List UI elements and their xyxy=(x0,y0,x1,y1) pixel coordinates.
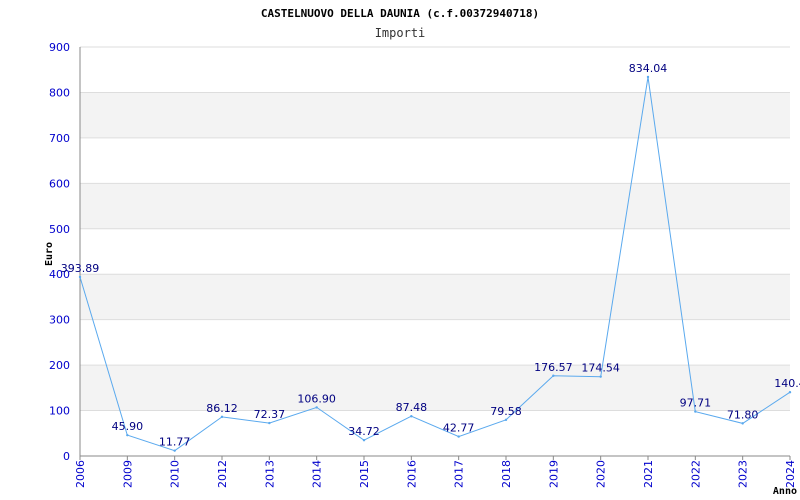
x-tick-label: 2024 xyxy=(784,460,797,488)
data-point xyxy=(315,406,318,409)
plot-band xyxy=(80,183,790,229)
data-point xyxy=(410,415,413,418)
x-tick-label: 2018 xyxy=(500,460,513,488)
data-point xyxy=(694,410,697,413)
chart-title: CASTELNUOVO DELLA DAUNIA (c.f.0037294071… xyxy=(261,7,539,20)
data-label: 72.37 xyxy=(254,408,286,421)
x-tick-label: 2017 xyxy=(453,460,466,488)
data-point xyxy=(552,374,555,377)
x-tick-label: 2019 xyxy=(547,460,560,488)
data-label: 97.71 xyxy=(680,397,712,410)
y-tick-label: 100 xyxy=(49,405,70,418)
y-tick-label: 600 xyxy=(49,177,70,190)
x-tick-label: 2009 xyxy=(121,460,134,488)
data-label: 42.77 xyxy=(443,422,475,435)
y-tick-label: 0 xyxy=(63,450,70,463)
data-point xyxy=(126,433,129,437)
data-point xyxy=(741,422,744,425)
x-tick-label: 2016 xyxy=(405,460,418,488)
x-tick-label: 2020 xyxy=(595,460,608,488)
data-label: 106.90 xyxy=(297,392,336,405)
x-tick-label: 2013 xyxy=(263,460,276,488)
x-tick-label: 2022 xyxy=(689,460,702,488)
x-axis-label: Anno xyxy=(773,486,797,497)
y-tick-label: 500 xyxy=(49,223,70,236)
plot-band xyxy=(80,92,790,138)
data-point xyxy=(788,390,792,394)
y-tick-label: 700 xyxy=(49,132,70,145)
data-point xyxy=(457,435,460,438)
data-label: 86.12 xyxy=(206,402,238,415)
y-tick-label: 900 xyxy=(49,41,70,54)
y-axis-label: Euro xyxy=(44,242,55,266)
data-label: 393.89 xyxy=(61,262,100,275)
data-label: 174.54 xyxy=(581,362,620,375)
x-tick-label: 2021 xyxy=(642,460,655,488)
plot-band xyxy=(80,274,790,320)
data-label: 11.77 xyxy=(159,436,191,449)
data-point xyxy=(504,418,508,422)
data-label: 834.04 xyxy=(629,62,668,75)
y-tick-label: 800 xyxy=(49,86,70,99)
data-label: 34.72 xyxy=(348,425,380,438)
data-point xyxy=(646,75,650,79)
line-chart: 0100200300400500600700800900 2006 2009 201… xyxy=(0,0,800,500)
y-tick-label: 200 xyxy=(49,359,70,372)
data-label: 71.80 xyxy=(727,408,759,421)
data-label: 79.58 xyxy=(490,405,522,418)
data-label: 45.90 xyxy=(112,420,144,433)
data-label: 140.4 xyxy=(774,377,800,390)
data-label: 176.57 xyxy=(534,361,573,374)
data-point xyxy=(268,421,271,425)
data-point xyxy=(362,439,366,442)
data-label: 87.48 xyxy=(396,401,428,414)
data-point xyxy=(78,275,82,279)
data-point xyxy=(173,449,176,452)
x-tick-label: 2023 xyxy=(737,460,750,488)
x-tick-label: 2012 xyxy=(216,460,229,488)
x-tick-label: 2014 xyxy=(311,460,324,488)
x-tick-label: 2010 xyxy=(169,460,182,488)
x-tick-label: 2015 xyxy=(358,460,371,488)
chart-subtitle: Importi xyxy=(375,26,426,40)
x-tick-label: 2006 xyxy=(74,460,87,488)
y-tick-label: 300 xyxy=(49,314,70,327)
data-point xyxy=(220,415,224,419)
data-point xyxy=(599,375,602,378)
